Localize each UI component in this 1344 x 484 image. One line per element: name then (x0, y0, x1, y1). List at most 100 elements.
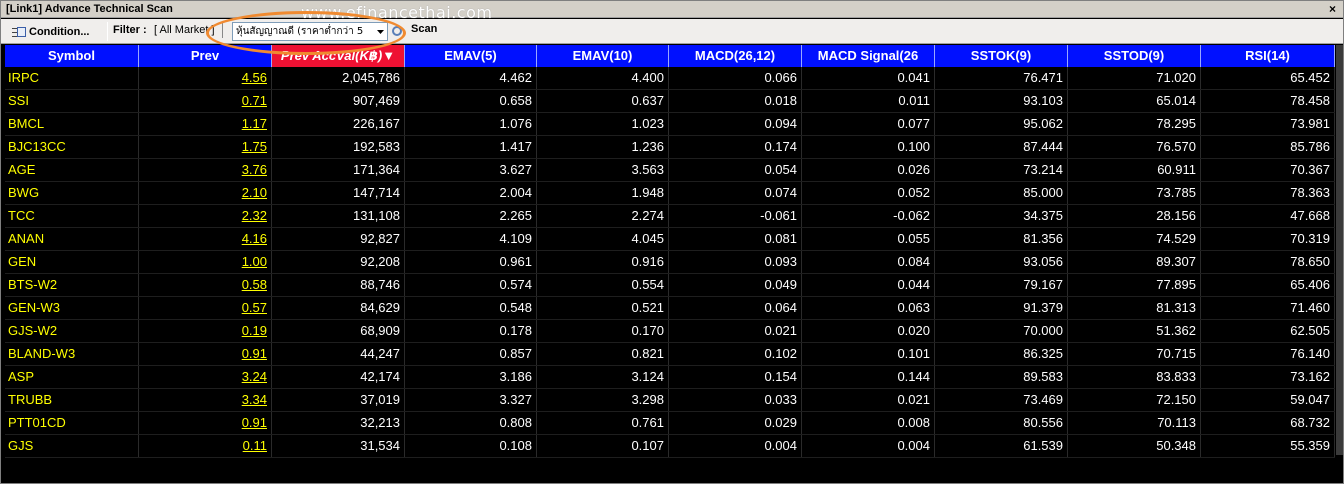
cell-prev[interactable]: 3.34 (139, 389, 272, 411)
cell-sstod: 78.295 (1068, 113, 1201, 135)
cell-prev[interactable]: 0.11 (139, 435, 272, 457)
column-header-emav-10[interactable]: EMAV(10) (537, 45, 669, 67)
table-row[interactable]: ANAN 4.16 92,827 4.109 4.045 0.081 0.055 81.356… (5, 228, 1335, 251)
cell-symbol: ASP (5, 366, 139, 388)
filter-market-selector[interactable]: [ All Market ] (154, 24, 224, 36)
cell-sstok: 93.103 (935, 90, 1068, 112)
cell-sstok: 61.539 (935, 435, 1068, 457)
table-row[interactable]: SSI 0.71 907,469 0.658 0.637 0.018 0.011 93.103… (5, 90, 1335, 113)
table-row[interactable]: AGE 3.76 171,364 3.627 3.563 0.054 0.026 73.214… (5, 159, 1335, 182)
cell-emav-5: 4.462 (405, 67, 537, 89)
column-header-sstok[interactable]: SSTOK(9) (935, 45, 1068, 67)
column-header-prev[interactable]: Prev (139, 45, 272, 67)
table-row[interactable]: BWG 2.10 147,714 2.004 1.948 0.074 0.052 85.000… (5, 182, 1335, 205)
table-row[interactable]: BTS-W2 0.58 88,746 0.574 0.554 0.049 0.044 79.1… (5, 274, 1335, 297)
cell-prev[interactable]: 0.71 (139, 90, 272, 112)
cell-emav-10: 0.761 (537, 412, 669, 434)
cell-emav-10: 0.107 (537, 435, 669, 457)
table-row[interactable]: GEN 1.00 92,208 0.961 0.916 0.093 0.084 93.056 8… (5, 251, 1335, 274)
table-row[interactable]: BLAND-W3 0.91 44,247 0.857 0.821 0.102 0.101 86… (5, 343, 1335, 366)
table-row[interactable]: BJC13CC 1.75 192,583 1.417 1.236 0.174 0.100 87… (5, 136, 1335, 159)
cell-macd: 0.093 (669, 251, 802, 273)
cell-macd-signal: 0.041 (802, 67, 935, 89)
column-header-rsi[interactable]: RSI(14) (1201, 45, 1335, 67)
condition-button[interactable]: Condition... (12, 22, 104, 41)
table-row[interactable]: ASP 3.24 42,174 3.186 3.124 0.154 0.144 89.583 8… (5, 366, 1335, 389)
cell-macd: 0.018 (669, 90, 802, 112)
cell-emav-10: 0.170 (537, 320, 669, 342)
cell-sstod: 70.113 (1068, 412, 1201, 434)
cell-prev[interactable]: 0.57 (139, 297, 272, 319)
table-row[interactable]: GJS 0.11 31,534 0.108 0.107 0.004 0.004 61.539 5… (5, 435, 1335, 458)
cell-emav-10: 0.521 (537, 297, 669, 319)
cell-emav-5: 0.808 (405, 412, 537, 434)
cell-rsi: 85.786 (1201, 136, 1335, 158)
cell-prev-accval: 2,045,786 (272, 67, 405, 89)
cell-prev[interactable]: 1.00 (139, 251, 272, 273)
table-row[interactable]: PTT01CD 0.91 32,213 0.808 0.761 0.029 0.008 80.… (5, 412, 1335, 435)
cell-sstok: 93.056 (935, 251, 1068, 273)
cell-emav-10: 0.916 (537, 251, 669, 273)
cell-emav-5: 2.004 (405, 182, 537, 204)
cell-rsi: 73.162 (1201, 366, 1335, 388)
cell-rsi: 47.668 (1201, 205, 1335, 227)
cell-sstok: 73.469 (935, 389, 1068, 411)
cell-sstok: 89.583 (935, 366, 1068, 388)
cell-sstod: 60.911 (1068, 159, 1201, 181)
cell-symbol: BJC13CC (5, 136, 139, 158)
cell-sstod: 81.313 (1068, 297, 1201, 319)
cell-sstod: 71.020 (1068, 67, 1201, 89)
filter-divider (217, 23, 223, 38)
cell-macd-signal: 0.084 (802, 251, 935, 273)
cell-prev-accval: 44,247 (272, 343, 405, 365)
cell-emav-5: 0.574 (405, 274, 537, 296)
cell-prev[interactable]: 1.17 (139, 113, 272, 135)
scan-button[interactable]: Scan (411, 23, 437, 35)
cell-prev[interactable]: 2.32 (139, 205, 272, 227)
cell-emav-5: 1.417 (405, 136, 537, 158)
cell-sstod: 51.362 (1068, 320, 1201, 342)
table-row[interactable]: GEN-W3 0.57 84,629 0.548 0.521 0.064 0.063 91.3… (5, 297, 1335, 320)
cell-prev[interactable]: 0.91 (139, 343, 272, 365)
table-row[interactable]: GJS-W2 0.19 68,909 0.178 0.170 0.021 0.020 70.0… (5, 320, 1335, 343)
cell-prev[interactable]: 3.76 (139, 159, 272, 181)
cell-sstok: 70.000 (935, 320, 1068, 342)
column-header-emav-5[interactable]: EMAV(5) (405, 45, 537, 67)
cell-symbol: GEN-W3 (5, 297, 139, 319)
cell-emav-5: 3.327 (405, 389, 537, 411)
cell-prev[interactable]: 0.91 (139, 412, 272, 434)
cell-prev[interactable]: 0.19 (139, 320, 272, 342)
cell-sstok: 86.325 (935, 343, 1068, 365)
toolbar: Condition... Filter : [ All Market ] หุ้… (1, 19, 1343, 44)
cell-macd-signal: 0.020 (802, 320, 935, 342)
cell-emav-5: 0.108 (405, 435, 537, 457)
cell-macd-signal: 0.055 (802, 228, 935, 250)
vertical-scrollbar[interactable] (1336, 45, 1343, 455)
column-header-macd[interactable]: MACD(26,12) (669, 45, 802, 67)
cell-prev[interactable]: 3.24 (139, 366, 272, 388)
column-header-sstod[interactable]: SSTOD(9) (1068, 45, 1201, 67)
title-bar[interactable]: [Link1] Advance Technical Scan × (1, 1, 1343, 18)
close-icon[interactable]: × (1326, 3, 1339, 16)
table-row[interactable]: TRUBB 3.34 37,019 3.327 3.298 0.033 0.021 73.46… (5, 389, 1335, 412)
cell-prev[interactable]: 4.16 (139, 228, 272, 250)
cell-emav-10: 0.554 (537, 274, 669, 296)
cell-prev[interactable]: 2.10 (139, 182, 272, 204)
cell-sstod: 73.785 (1068, 182, 1201, 204)
cell-prev[interactable]: 0.58 (139, 274, 272, 296)
column-header-symbol[interactable]: Symbol (5, 45, 139, 67)
table-row[interactable]: BMCL 1.17 226,167 1.076 1.023 0.094 0.077 95.06… (5, 113, 1335, 136)
scan-condition-select[interactable]: หุ้นสัญญาณดี (ราคาต่ำกว่า 5 (232, 22, 388, 41)
table-row[interactable]: TCC 2.32 131,108 2.265 2.274 -0.061 -0.062 34.3… (5, 205, 1335, 228)
cell-macd-signal: 0.004 (802, 435, 935, 457)
chevron-down-icon[interactable] (373, 23, 387, 40)
cell-prev[interactable]: 1.75 (139, 136, 272, 158)
advance-technical-scan-window: [Link1] Advance Technical Scan × Conditi… (0, 0, 1344, 484)
column-header-macd-signal[interactable]: MACD Signal(26 (802, 45, 935, 67)
cell-prev[interactable]: 4.56 (139, 67, 272, 89)
cell-sstod: 50.348 (1068, 435, 1201, 457)
table-row[interactable]: IRPC 4.56 2,045,786 4.462 4.400 0.066 0.041 76.… (5, 67, 1335, 90)
column-header-prev-accval[interactable]: Prev AccVal(K฿)▼ (272, 45, 405, 67)
cell-sstok: 85.000 (935, 182, 1068, 204)
cell-emav-10: 0.821 (537, 343, 669, 365)
